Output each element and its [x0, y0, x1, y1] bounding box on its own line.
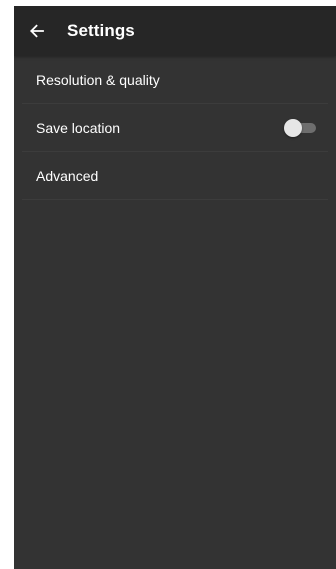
- settings-item-label: Save location: [36, 119, 121, 136]
- save-location-toggle[interactable]: [284, 118, 318, 137]
- settings-item-label: Resolution & quality: [36, 71, 160, 88]
- settings-item-resolution-quality[interactable]: Resolution & quality: [22, 56, 328, 104]
- page-title: Settings: [67, 21, 135, 40]
- toggle-thumb: [284, 118, 302, 137]
- arrow-left-icon: [30, 24, 44, 38]
- settings-item-save-location[interactable]: Save location: [22, 104, 328, 152]
- settings-list: Resolution & quality Save location Advan…: [14, 56, 336, 200]
- back-button[interactable]: [14, 6, 54, 56]
- settings-screen: Settings Resolution & quality Save locat…: [14, 6, 336, 569]
- settings-item-advanced[interactable]: Advanced: [22, 152, 328, 200]
- settings-item-label: Advanced: [36, 167, 99, 184]
- app-bar: Settings: [14, 6, 336, 56]
